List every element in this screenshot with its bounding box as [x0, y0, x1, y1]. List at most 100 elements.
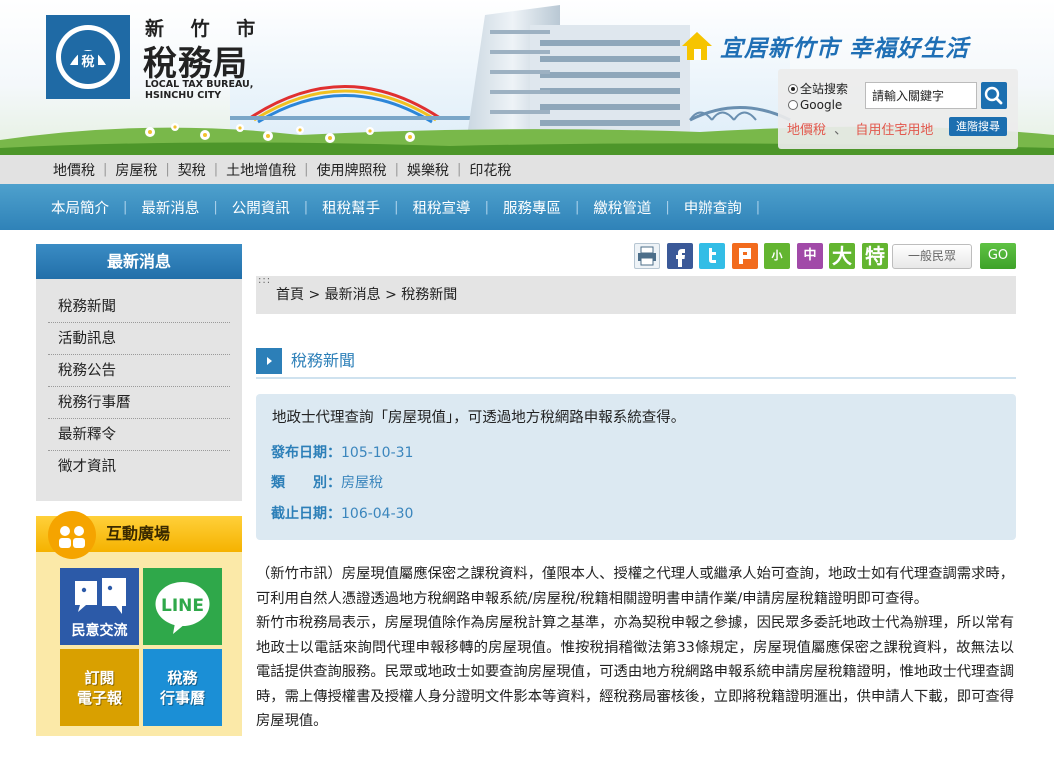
nav-item-tax-helper[interactable]: 租稅幫手: [316, 197, 386, 218]
tile-calendar-line-1: 稅務: [167, 669, 198, 687]
search-option-google[interactable]: Google: [788, 98, 842, 112]
menu-separator: |: [456, 162, 462, 177]
bureau-logo-emblem[interactable]: 稅: [46, 15, 130, 99]
section-heading: 稅務新聞: [256, 348, 1016, 379]
menu-separator: |: [304, 162, 309, 177]
category-label: 類 別：: [271, 475, 341, 491]
facebook-share-button[interactable]: [667, 243, 693, 269]
people-icon: [48, 511, 96, 559]
tax-menu-item-amusement[interactable]: 娛樂稅: [401, 160, 455, 180]
article-body: （新竹市訊）房屋現值屬應保密之課稅資料，僅限本人、授權之代理人或繼承人始可查詢，…: [256, 562, 1014, 734]
twitter-icon: [709, 248, 716, 263]
logo-bureau-name[interactable]: 稅務局: [143, 36, 248, 85]
tax-menu-item-stamp[interactable]: 印花稅: [463, 160, 517, 180]
hot-keywords: 地價稅 、 自用住宅用地: [787, 119, 933, 138]
publish-date-value: 105-10-31: [341, 445, 414, 461]
nav-separator: |: [213, 199, 218, 215]
expire-date-value: 106-04-30: [341, 506, 414, 522]
tile-subscribe-line-1: 訂閱: [84, 669, 115, 687]
tax-menu-item-house[interactable]: 房屋稅: [109, 160, 163, 180]
nav-separator: |: [574, 199, 580, 215]
twitter-share-button[interactable]: [699, 243, 725, 269]
nav-item-public-info[interactable]: 公開資訊: [226, 197, 296, 218]
nav-separator: |: [755, 199, 761, 215]
interactive-plaza: 互動廣場 民意交流 LINE 訂閱 電子報 稅務 行事曆: [36, 511, 242, 736]
sidebar-item-rulings[interactable]: 最新釋令: [48, 419, 230, 451]
font-size-xlarge-button[interactable]: 特: [862, 243, 888, 269]
speech-bubbles-icon: [75, 578, 126, 614]
logo-english-line-2: HSINCHU CITY: [145, 90, 222, 101]
main-navigation: 本局簡介 | 最新消息 | 公開資訊 | 租稅幫手 | 租稅宣導 | 服務專區 | 繳稅管道…: [0, 184, 1054, 230]
sidebar-item-tax-news[interactable]: 稅務新聞: [48, 291, 230, 323]
go-button[interactable]: GO: [980, 243, 1016, 269]
logo-english-name: LOCAL TAX BUREAU, HSINCHU CITY: [145, 79, 253, 101]
nav-separator: |: [123, 199, 128, 215]
interactive-plaza-title: 互動廣場: [106, 524, 171, 543]
breadcrumb: ::: 首頁 > 最新消息 > 稅務新聞: [256, 275, 1016, 314]
menu-separator: |: [394, 162, 399, 177]
sidebar-item-calendar[interactable]: 稅務行事曆: [48, 387, 230, 419]
section-marker-icon: [256, 348, 282, 374]
plurk-share-button[interactable]: [732, 243, 758, 269]
print-button[interactable]: [634, 243, 660, 269]
nav-item-applications[interactable]: 申辦查詢: [678, 197, 748, 218]
tile-public-opinion[interactable]: 民意交流: [60, 568, 139, 645]
emblem-char: 稅: [81, 54, 94, 70]
interactive-plaza-header: 互動廣場: [36, 511, 242, 559]
sidebar: 最新消息 稅務新聞 活動訊息 稅務公告 稅務行事曆 最新釋令 徵才資訊: [36, 244, 242, 501]
tax-menu-item-land-value[interactable]: 地價稅: [47, 160, 101, 180]
sidebar-item-recruitment[interactable]: 徵才資訊: [48, 451, 230, 483]
tile-subscribe-newsletter[interactable]: 訂閱 電子報: [60, 649, 139, 726]
search-option-site[interactable]: 全站搜索: [788, 80, 848, 97]
tile-tax-calendar[interactable]: 稅務 行事曆: [143, 649, 222, 726]
site-header: 稅 新 竹 市 稅務局 LOCAL TAX BUREAU, HSINCHU CI…: [0, 0, 1054, 155]
advanced-search-button[interactable]: 進階搜尋: [949, 117, 1007, 136]
nav-separator: |: [394, 199, 399, 215]
radio-unselected-icon[interactable]: [788, 100, 798, 110]
audience-mode-select[interactable]: 一般民眾: [892, 244, 972, 269]
nav-item-news[interactable]: 最新消息: [135, 197, 205, 218]
breadcrumb-path[interactable]: 首頁 > 最新消息 > 稅務新聞: [276, 287, 457, 303]
nav-item-payment[interactable]: 繳稅管道: [587, 197, 657, 218]
hot-keyword-land-tax[interactable]: 地價稅: [787, 123, 826, 138]
search-icon: [984, 86, 1003, 105]
news-info-box: 地政士代理查詢「房屋現值」，可透過地方稅網路申報系統查得。 發布日期：105-1…: [256, 394, 1016, 540]
emblem-icon: 稅: [56, 25, 120, 89]
nav-separator: |: [303, 199, 309, 215]
tax-type-menu: 地價稅 | 房屋稅 | 契稅 | 土地增值稅 | 使用牌照稅 | 娛樂稅 | 印花稅: [0, 155, 1054, 184]
tax-menu-item-license[interactable]: 使用牌照稅: [311, 160, 393, 180]
tile-subscribe-line-2: 電子報: [76, 689, 122, 707]
nav-item-about[interactable]: 本局簡介: [45, 197, 115, 218]
expire-date-label: 截止日期：: [271, 506, 341, 522]
article-paragraph-1: （新竹市訊）房屋現值屬應保密之課稅資料，僅限本人、授權之代理人或繼承人始可查詢，…: [256, 566, 1014, 607]
font-size-medium-button[interactable]: 中: [797, 243, 823, 269]
tile-calendar-line-2: 行事曆: [159, 689, 205, 707]
category-row: 類 別：房屋稅: [271, 472, 383, 492]
tax-menu-item-deed[interactable]: 契稅: [172, 160, 212, 180]
sidebar-item-announcements[interactable]: 稅務公告: [48, 355, 230, 387]
radio-selected-icon[interactable]: [788, 83, 798, 94]
accesskey-marker[interactable]: :::: [258, 262, 271, 300]
font-size-small-button[interactable]: 小: [764, 243, 790, 269]
facebook-icon: [676, 249, 685, 267]
tile-public-opinion-label: 民意交流: [71, 623, 128, 639]
printer-icon: [638, 246, 656, 266]
logo-english-line-1: LOCAL TAX BUREAU,: [145, 79, 254, 90]
nav-separator: |: [665, 199, 670, 215]
article-paragraph-2: 新竹市稅務局表示，房屋現值除作為房屋稅計算之基準，亦為契稅申報之參據，因民眾多委…: [256, 615, 1014, 729]
search-button[interactable]: [981, 82, 1007, 109]
menu-separator: |: [165, 162, 170, 177]
section-title: 稅務新聞: [291, 351, 356, 370]
search-input[interactable]: [865, 82, 977, 109]
nav-separator: |: [484, 199, 489, 215]
news-title: 地政士代理查詢「房屋現值」，可透過地方稅網路申報系統查得。: [272, 410, 686, 426]
publish-date-label: 發布日期：: [271, 445, 341, 461]
hot-keyword-residential-land[interactable]: 自用住宅用地: [855, 123, 933, 138]
tax-menu-item-land-increment[interactable]: 土地增值稅: [220, 160, 302, 180]
tile-line[interactable]: LINE: [143, 568, 222, 645]
slogan-text: 宜居新竹市 幸福好生活: [720, 36, 970, 62]
nav-item-tax-promotion[interactable]: 租稅宣導: [407, 197, 477, 218]
sidebar-item-events[interactable]: 活動訊息: [48, 323, 230, 355]
font-size-large-button[interactable]: 大: [829, 243, 855, 269]
nav-item-services[interactable]: 服務專區: [497, 197, 567, 218]
